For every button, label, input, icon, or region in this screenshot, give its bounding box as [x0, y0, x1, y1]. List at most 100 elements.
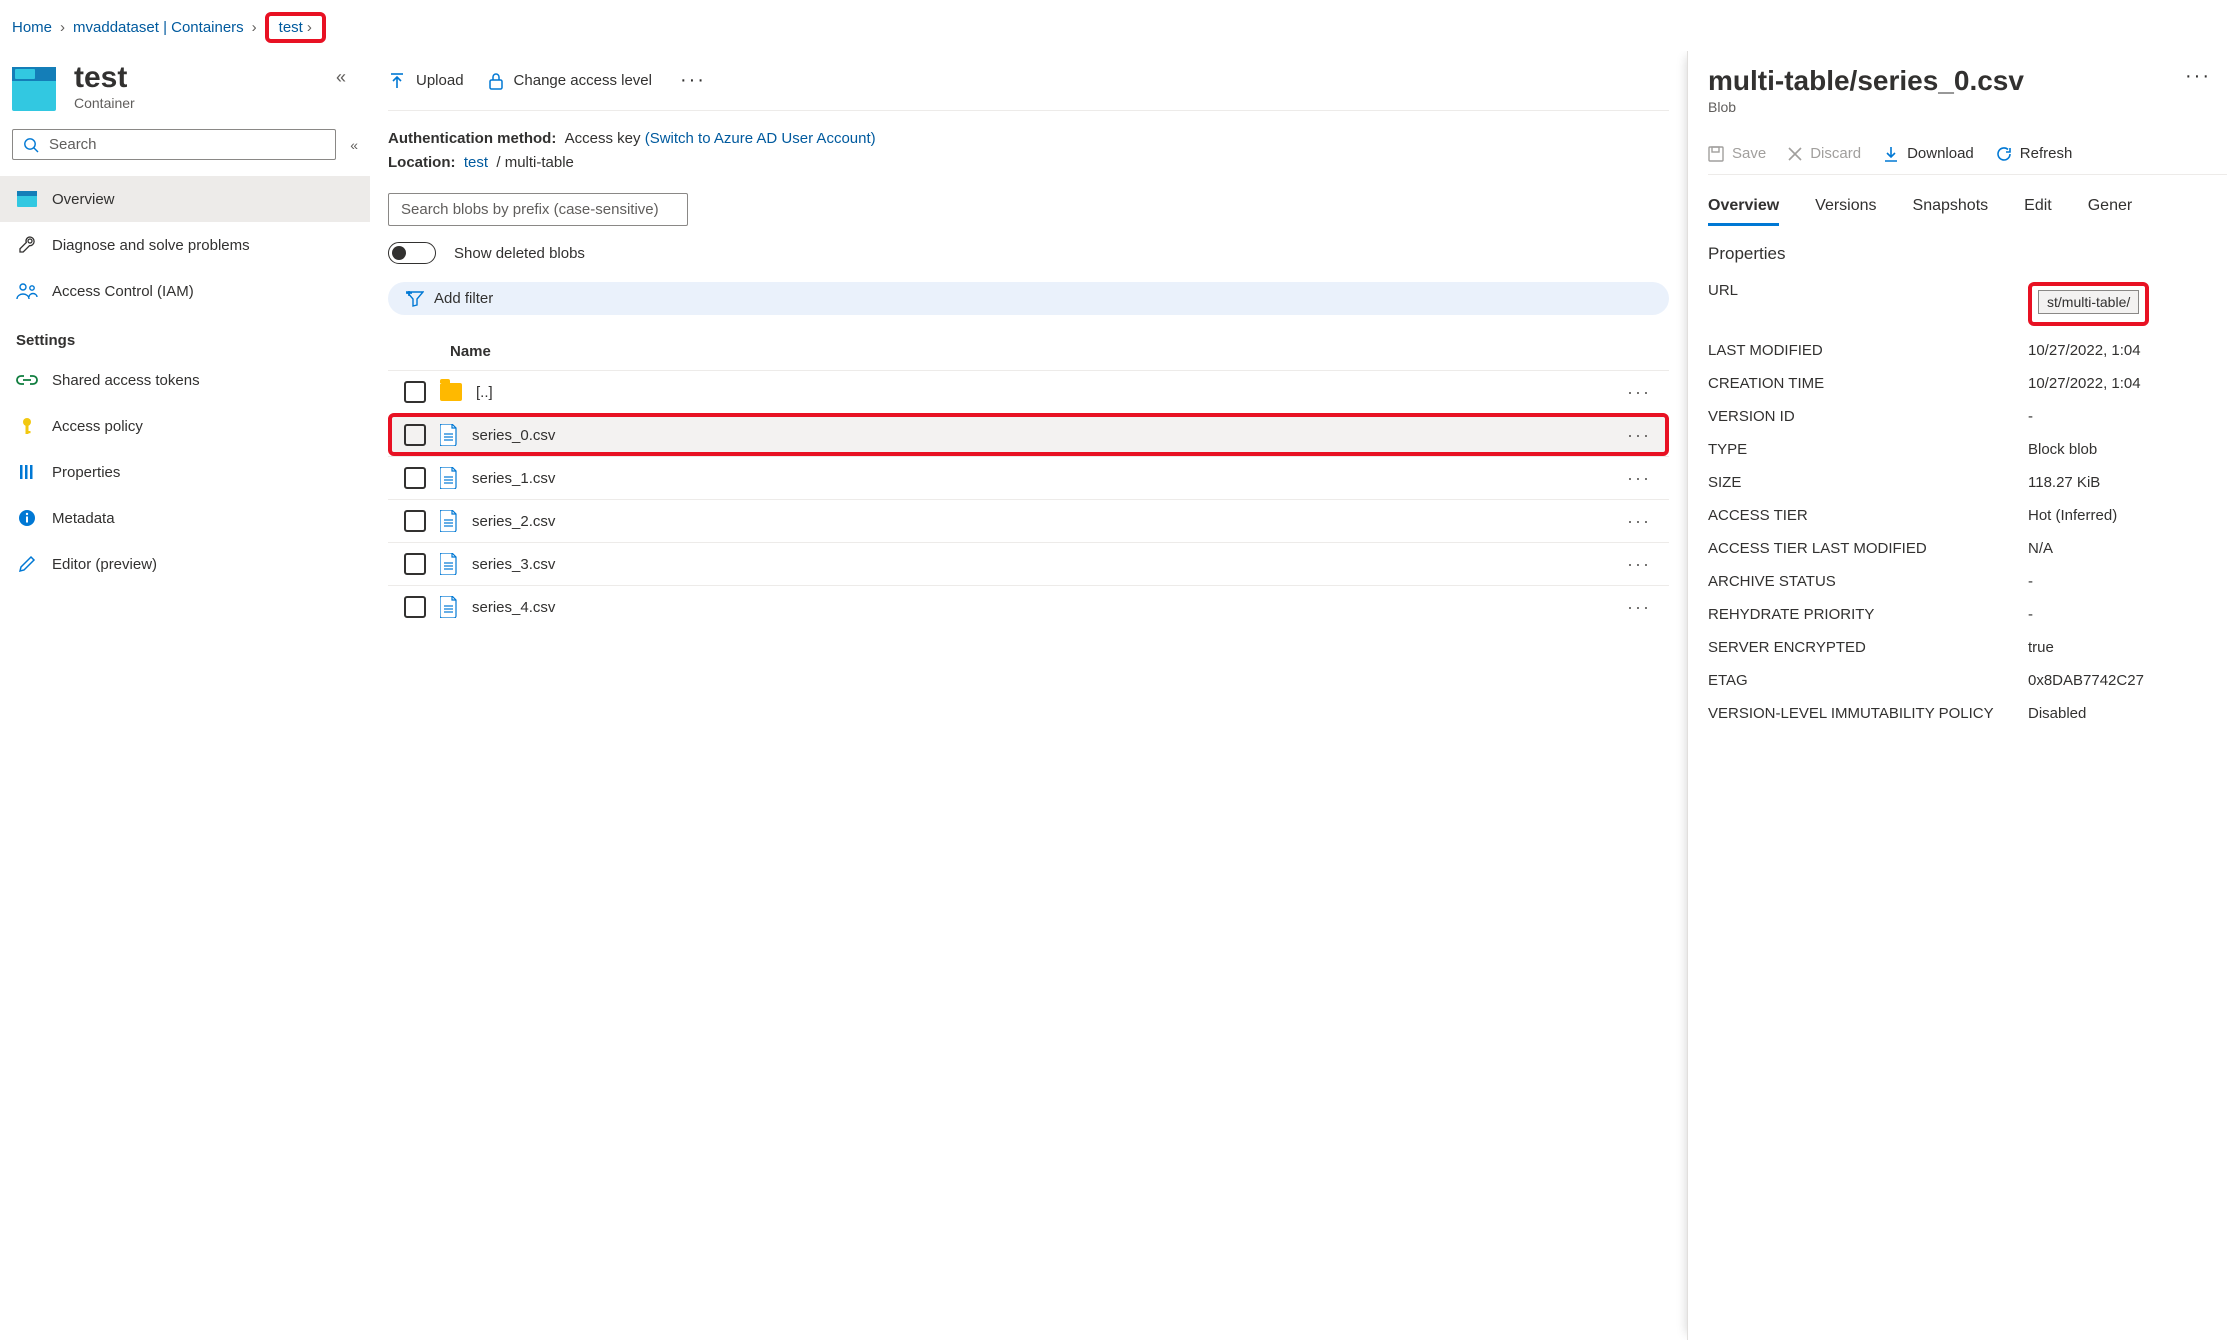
prefix-search[interactable] — [388, 193, 688, 226]
prop-immutability-value: Disabled — [2028, 705, 2227, 722]
nav-properties[interactable]: Properties — [0, 449, 370, 495]
breadcrumb-container[interactable]: test — [279, 19, 303, 36]
sidebar-search-input[interactable] — [49, 136, 325, 153]
tab-snapshots[interactable]: Snapshots — [1913, 197, 1989, 226]
location-path: multi-table — [505, 154, 574, 171]
collapse-header-button[interactable]: « — [336, 61, 346, 88]
prop-url-label: URL — [1708, 282, 2028, 326]
file-icon — [440, 510, 458, 532]
change-access-button[interactable]: Change access level — [488, 72, 652, 90]
prop-creation-value: 10/27/2022, 1:04 — [2028, 375, 2227, 392]
file-icon — [440, 467, 458, 489]
pencil-icon — [16, 553, 38, 575]
nav-metadata-label: Metadata — [52, 510, 115, 527]
tab-versions[interactable]: Versions — [1815, 197, 1876, 226]
filter-icon — [406, 291, 424, 307]
prop-version-value: - — [2028, 408, 2227, 425]
prop-tier-lm-label: ACCESS TIER LAST MODIFIED — [1708, 540, 2028, 557]
prop-size-label: SIZE — [1708, 474, 2028, 491]
breadcrumb-account[interactable]: mvaddataset | Containers — [73, 19, 244, 36]
show-deleted-label: Show deleted blobs — [454, 245, 585, 262]
collapse-nav-button[interactable]: « — [350, 137, 358, 153]
table-row[interactable]: series_0.csv··· — [388, 413, 1669, 456]
nav-iam-label: Access Control (IAM) — [52, 283, 194, 300]
row-name: [..] — [476, 384, 1605, 401]
prop-lastmod-label: LAST MODIFIED — [1708, 342, 2028, 359]
nav-editor-label: Editor (preview) — [52, 556, 157, 573]
row-more-button[interactable]: ··· — [1619, 382, 1659, 403]
page-title: test — [74, 61, 135, 95]
row-more-button[interactable]: ··· — [1619, 511, 1659, 532]
row-more-button[interactable]: ··· — [1619, 597, 1659, 618]
auth-method-label: Authentication method: — [388, 130, 556, 147]
lock-icon — [488, 72, 504, 90]
properties-icon — [16, 461, 38, 483]
refresh-button[interactable]: Refresh — [1996, 145, 2073, 162]
add-filter-label: Add filter — [434, 290, 493, 307]
nav-diagnose[interactable]: Diagnose and solve problems — [0, 222, 370, 268]
file-icon — [440, 553, 458, 575]
nav-editor[interactable]: Editor (preview) — [0, 541, 370, 587]
location-root-link[interactable]: test — [464, 154, 488, 171]
prop-url-value[interactable]: st/multi-table/ — [2038, 290, 2139, 314]
search-icon — [23, 137, 39, 153]
chevron-right-icon: › — [307, 19, 312, 36]
show-deleted-toggle[interactable] — [388, 242, 436, 264]
prop-tier-label: ACCESS TIER — [1708, 507, 2028, 524]
nav-sas[interactable]: Shared access tokens — [0, 357, 370, 403]
nav-overview[interactable]: Overview — [0, 176, 370, 222]
row-checkbox[interactable] — [404, 510, 426, 532]
row-checkbox[interactable] — [404, 553, 426, 575]
sidebar-search[interactable] — [12, 129, 336, 160]
auth-method-value: Access key — [565, 130, 641, 147]
nav-access-policy-label: Access policy — [52, 418, 143, 435]
row-checkbox[interactable] — [404, 424, 426, 446]
properties-heading: Properties — [1708, 226, 2227, 274]
table-row[interactable]: series_1.csv··· — [388, 456, 1669, 499]
row-checkbox[interactable] — [404, 467, 426, 489]
nav-metadata[interactable]: Metadata — [0, 495, 370, 541]
prop-rehydrate-value: - — [2028, 606, 2227, 623]
prop-archive-value: - — [2028, 573, 2227, 590]
nav-properties-label: Properties — [52, 464, 120, 481]
blob-table: Name [..]···series_0.csv···series_1.csv·… — [388, 333, 1669, 628]
row-more-button[interactable]: ··· — [1619, 468, 1659, 489]
row-name: series_3.csv — [472, 556, 1605, 573]
discard-button: Discard — [1788, 145, 1861, 162]
prop-etag-label: ETAG — [1708, 672, 2028, 689]
table-row[interactable]: series_4.csv ··· — [388, 585, 1669, 628]
close-icon — [1788, 147, 1802, 161]
save-icon — [1708, 146, 1724, 162]
row-more-button[interactable]: ··· — [1619, 554, 1659, 575]
tab-overview[interactable]: Overview — [1708, 197, 1779, 226]
row-name: series_4.csv — [472, 599, 1605, 616]
save-label: Save — [1732, 145, 1766, 162]
auth-switch-link[interactable]: (Switch to Azure AD User Account) — [645, 130, 876, 147]
info-icon — [16, 507, 38, 529]
chevron-right-icon: › — [60, 19, 65, 36]
download-label: Download — [1907, 145, 1974, 162]
tab-generate[interactable]: Gener — [2088, 197, 2132, 226]
blob-more-button[interactable]: ··· — [2185, 65, 2211, 88]
breadcrumb-home[interactable]: Home — [12, 19, 52, 36]
tab-edit[interactable]: Edit — [2024, 197, 2052, 226]
row-checkbox[interactable] — [404, 381, 426, 403]
prefix-search-input[interactable] — [401, 201, 675, 218]
download-icon — [1883, 146, 1899, 162]
blob-type: Blob — [1708, 99, 2227, 115]
table-row[interactable]: [..] ··· — [388, 370, 1669, 413]
table-row[interactable]: series_2.csv··· — [388, 499, 1669, 542]
toolbar-more-button[interactable]: ··· — [680, 69, 706, 92]
breadcrumb-container-highlight: test › — [265, 12, 326, 43]
refresh-icon — [1996, 146, 2012, 162]
download-button[interactable]: Download — [1883, 145, 1974, 162]
add-filter-button[interactable]: Add filter — [388, 282, 1669, 315]
nav-access-policy[interactable]: Access policy — [0, 403, 370, 449]
prop-type-value: Block blob — [2028, 441, 2227, 458]
save-button: Save — [1708, 145, 1766, 162]
upload-button[interactable]: Upload — [388, 72, 464, 90]
nav-iam[interactable]: Access Control (IAM) — [0, 268, 370, 314]
row-checkbox[interactable] — [404, 596, 426, 618]
row-more-button[interactable]: ··· — [1619, 425, 1659, 446]
table-row[interactable]: series_3.csv ··· — [388, 542, 1669, 585]
